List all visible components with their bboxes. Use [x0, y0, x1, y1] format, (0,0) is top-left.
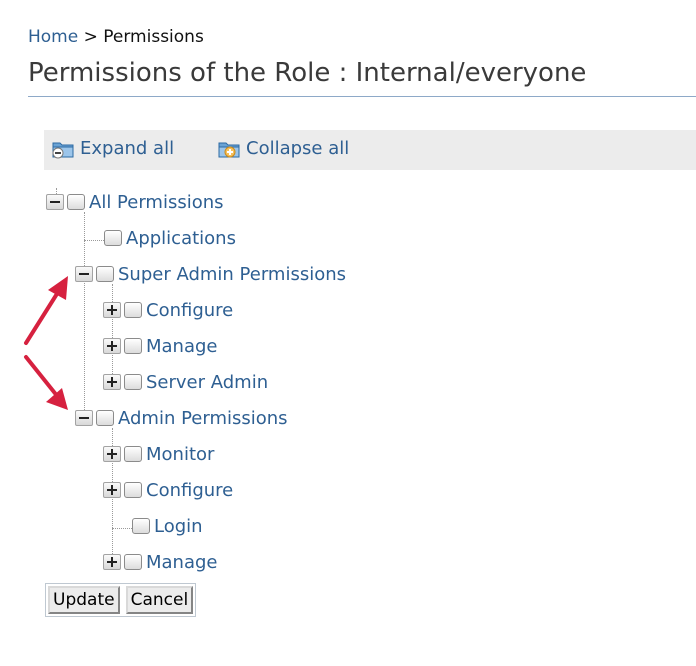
tree-node-applications: Applications: [104, 224, 236, 252]
sa-configure-checkbox[interactable]: [124, 302, 142, 318]
tree-connector: [84, 212, 85, 422]
tree-connector: [112, 528, 132, 529]
permission-tree: All Permissions Applications Super Admin…: [0, 0, 696, 666]
tree-node-admin: Admin Permissions: [75, 404, 288, 432]
ad-configure-checkbox[interactable]: [124, 482, 142, 498]
expand-toggle-icon[interactable]: [103, 446, 121, 462]
ad-monitor-checkbox[interactable]: [124, 446, 142, 462]
super-admin-label[interactable]: Super Admin Permissions: [118, 264, 346, 285]
ad-login-label[interactable]: Login: [154, 516, 203, 537]
tree-node-ad-login: Login: [132, 512, 203, 540]
sa-server-admin-checkbox[interactable]: [124, 374, 142, 390]
ad-configure-label[interactable]: Configure: [146, 480, 233, 501]
tree-connector: [84, 240, 104, 241]
tree-node-super-admin: Super Admin Permissions: [75, 260, 346, 288]
all-permissions-label[interactable]: All Permissions: [89, 192, 224, 213]
admin-label[interactable]: Admin Permissions: [118, 408, 288, 429]
tree-node-ad-configure: Configure: [103, 476, 233, 504]
sa-configure-label[interactable]: Configure: [146, 300, 233, 321]
form-buttons: Update Cancel: [45, 583, 197, 617]
sa-manage-label[interactable]: Manage: [146, 336, 218, 357]
expand-toggle-icon[interactable]: [103, 338, 121, 354]
tree-node-ad-manage: Manage: [103, 548, 218, 576]
tree-node-ad-monitor: Monitor: [103, 440, 214, 468]
tree-node-sa-configure: Configure: [103, 296, 233, 324]
cancel-button[interactable]: Cancel: [125, 586, 194, 614]
expand-toggle-icon[interactable]: [103, 302, 121, 318]
tree-node-all-permissions: All Permissions: [46, 188, 224, 216]
tree-node-sa-server-admin: Server Admin: [103, 368, 268, 396]
sa-manage-checkbox[interactable]: [124, 338, 142, 354]
expand-toggle-icon[interactable]: [103, 482, 121, 498]
sa-server-admin-label[interactable]: Server Admin: [146, 372, 268, 393]
update-button[interactable]: Update: [48, 586, 120, 614]
ad-manage-label[interactable]: Manage: [146, 552, 218, 573]
collapse-toggle-icon[interactable]: [75, 266, 93, 282]
expand-toggle-icon[interactable]: [103, 554, 121, 570]
applications-label[interactable]: Applications: [126, 228, 236, 249]
ad-manage-checkbox[interactable]: [124, 554, 142, 570]
applications-checkbox[interactable]: [104, 230, 122, 246]
tree-node-sa-manage: Manage: [103, 332, 218, 360]
ad-login-checkbox[interactable]: [132, 518, 150, 534]
admin-checkbox[interactable]: [96, 410, 114, 426]
ad-monitor-label[interactable]: Monitor: [146, 444, 214, 465]
collapse-toggle-icon[interactable]: [75, 410, 93, 426]
all-permissions-checkbox[interactable]: [67, 194, 85, 210]
expand-toggle-icon[interactable]: [103, 374, 121, 390]
super-admin-checkbox[interactable]: [96, 266, 114, 282]
collapse-toggle-icon[interactable]: [46, 194, 64, 210]
